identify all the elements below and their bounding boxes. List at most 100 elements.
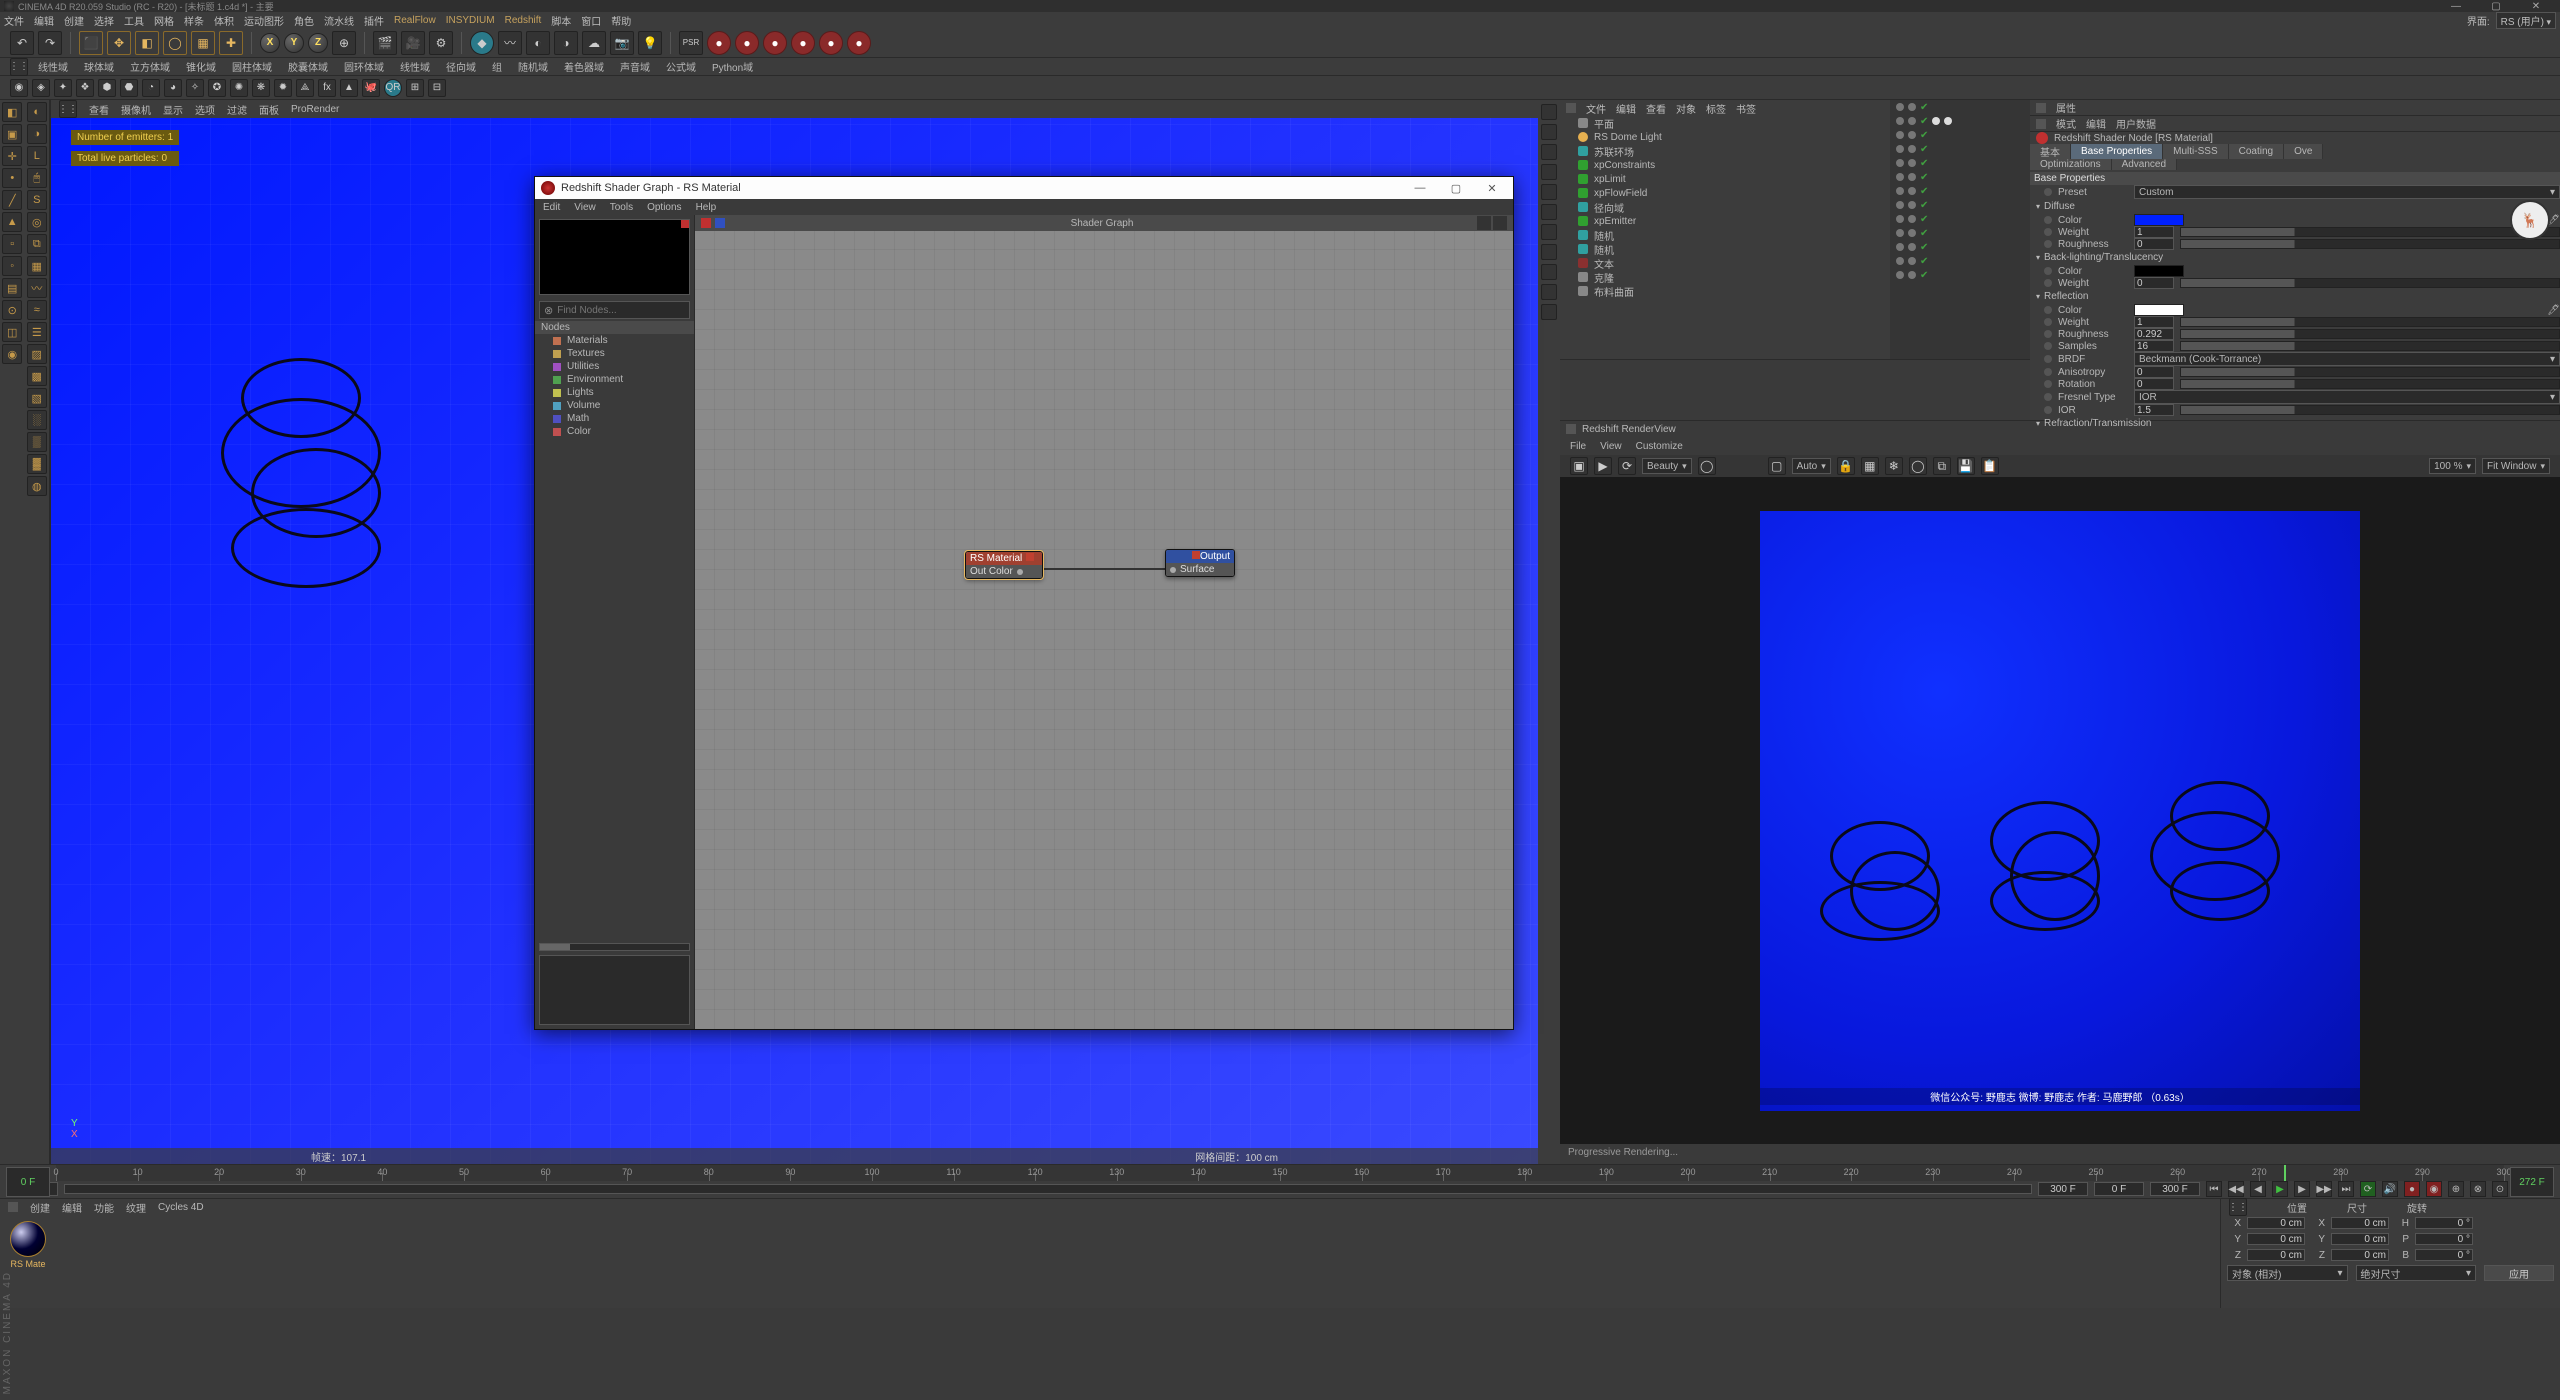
plugin-icon-8[interactable]: ◕: [164, 79, 182, 97]
diffuse-color-swatch[interactable]: [2134, 214, 2184, 226]
render-output[interactable]: 微信公众号: 野鹿志 微博: 野鹿志 作者: 马鹿野郎 （0.63s）: [1760, 511, 2360, 1111]
vis-dot-icon[interactable]: [1896, 131, 1904, 139]
object-row[interactable]: xpEmitter: [1560, 214, 1890, 228]
graph-tool2-icon[interactable]: [1493, 216, 1507, 230]
field-linear2[interactable]: 线性域: [394, 59, 436, 74]
object-row[interactable]: xpLimit: [1560, 172, 1890, 186]
frame-back-icon[interactable]: ◀: [2250, 1181, 2266, 1197]
sg-help[interactable]: Help: [696, 202, 717, 213]
enable-check-icon[interactable]: ✔: [1920, 242, 1928, 253]
plugin-icon-10[interactable]: ✪: [208, 79, 226, 97]
mode-model-icon[interactable]: ◧: [2, 102, 22, 122]
snap-icon[interactable]: ⊙: [2, 300, 22, 320]
mat-texture[interactable]: 纹理: [126, 1200, 146, 1215]
refl-rough-input[interactable]: [2134, 328, 2174, 340]
shader-category[interactable]: Utilities: [535, 360, 694, 373]
tab-advanced[interactable]: Advanced: [2112, 159, 2177, 170]
field-shader[interactable]: 着色器域: [558, 59, 610, 74]
vis-dot-icon[interactable]: [1896, 215, 1904, 223]
window-maximize[interactable]: ▢: [2476, 0, 2516, 12]
palette-icon-8[interactable]: ▦: [27, 256, 47, 276]
diffuse-rough-input[interactable]: [2134, 238, 2174, 250]
node-output[interactable]: Output Surface: [1165, 549, 1235, 577]
vtab-filter[interactable]: 过滤: [227, 102, 247, 117]
rstrip-icon-3[interactable]: [1541, 144, 1557, 160]
vtab-camera[interactable]: 摄像机: [121, 102, 151, 117]
enable-check-icon[interactable]: ✔: [1920, 270, 1928, 281]
refl-ior-slider[interactable]: [2180, 405, 2560, 415]
plugin-icon-4[interactable]: ❖: [76, 79, 94, 97]
enable-check-icon[interactable]: ✔: [1920, 130, 1928, 141]
shader-graph-window[interactable]: Redshift Shader Graph - RS Material — ▢ …: [534, 176, 1514, 1030]
tag2-icon[interactable]: [1944, 117, 1952, 125]
object-tag-row[interactable]: ✔: [1890, 170, 2030, 184]
vis-dot-icon[interactable]: [1896, 201, 1904, 209]
objmgr-grip-icon[interactable]: [1566, 103, 1576, 113]
objmgr-view[interactable]: 查看: [1646, 101, 1666, 116]
plugin-icon-11[interactable]: ✺: [230, 79, 248, 97]
object-tag-row[interactable]: ✔: [1890, 240, 2030, 254]
coord-pos-input[interactable]: [2247, 1233, 2305, 1245]
axis-y-toggle[interactable]: Y: [284, 33, 304, 53]
refl-aniso-slider[interactable]: [2180, 367, 2560, 377]
object-tag-row[interactable]: ✔: [1890, 226, 2030, 240]
clear-icon[interactable]: ⊗: [544, 304, 553, 317]
enable-check-icon[interactable]: ✔: [1920, 102, 1928, 113]
rv-bucket-icon[interactable]: ◯: [1909, 457, 1927, 475]
attr-userdata[interactable]: 用户数据: [2116, 116, 2156, 131]
mat-edit[interactable]: 编辑: [62, 1200, 82, 1215]
vis-dot-icon[interactable]: [1896, 257, 1904, 265]
palette-icon-3[interactable]: L: [27, 146, 47, 166]
shader-search-input[interactable]: [557, 305, 689, 316]
refl-brdf-dropdown[interactable]: Beckmann (Cook-Torrance)▾: [2134, 352, 2560, 366]
layout-dropdown[interactable]: RS (用户) ▾: [2496, 12, 2556, 29]
objmgr-object[interactable]: 对象: [1676, 101, 1696, 116]
render-settings-icon[interactable]: ⚙: [429, 31, 453, 55]
undo-icon[interactable]: ↶: [10, 31, 34, 55]
plugin-icon-9[interactable]: ✧: [186, 79, 204, 97]
rec-icon[interactable]: ●: [2404, 1181, 2420, 1197]
object-tag-row[interactable]: ✔: [1890, 100, 2030, 114]
port-outcolor[interactable]: [1017, 569, 1023, 575]
vis-dot2-icon[interactable]: [1908, 187, 1916, 195]
field-formula[interactable]: 公式域: [660, 59, 702, 74]
menu-mograph[interactable]: 运动图形: [244, 13, 284, 28]
rv-play-icon[interactable]: ▶: [1594, 457, 1612, 475]
axis-x-toggle[interactable]: X: [260, 33, 280, 53]
object-tag-row[interactable]: ✔: [1890, 212, 2030, 226]
window-minimize[interactable]: —: [2436, 0, 2476, 12]
palette-icon-6[interactable]: ◎: [27, 212, 47, 232]
palette-icon-12[interactable]: ▨: [27, 344, 47, 364]
coord-pos-input[interactable]: [2247, 1217, 2305, 1229]
menu-script[interactable]: 脚本: [551, 13, 571, 28]
menu-create[interactable]: 创建: [64, 13, 84, 28]
light-icon[interactable]: 💡: [638, 31, 662, 55]
select-tool-icon[interactable]: ⬛: [79, 31, 103, 55]
rv-lock-icon[interactable]: 🔒: [1837, 457, 1855, 475]
mode-uvpoly-icon[interactable]: ▫: [2, 234, 22, 254]
mat-cycles[interactable]: Cycles 4D: [158, 1202, 204, 1213]
rv-fit-dropdown[interactable]: Fit Window ▾: [2482, 458, 2550, 474]
diffuse-title[interactable]: Diffuse: [2044, 201, 2075, 212]
attr-grip2-icon[interactable]: [2036, 119, 2046, 129]
menu-insydium[interactable]: INSYDIUM: [446, 15, 495, 26]
refl-samples-slider[interactable]: [2180, 341, 2560, 351]
field-random[interactable]: 随机域: [512, 59, 554, 74]
record-p-icon[interactable]: ●: [707, 31, 731, 55]
coord-rot-input[interactable]: [2415, 1233, 2473, 1245]
shader-min[interactable]: —: [1405, 182, 1435, 194]
rstrip-icon-10[interactable]: [1541, 284, 1557, 300]
coord-apply-button[interactable]: 应用: [2484, 1265, 2554, 1281]
vis-dot2-icon[interactable]: [1908, 173, 1916, 181]
object-row[interactable]: 随机: [1560, 228, 1890, 242]
menu-volume[interactable]: 体积: [214, 13, 234, 28]
vis-dot2-icon[interactable]: [1908, 229, 1916, 237]
object-row[interactable]: 随机: [1560, 242, 1890, 256]
vtab-panel[interactable]: 面板: [259, 102, 279, 117]
object-tag-row[interactable]: ✔: [1890, 156, 2030, 170]
rv-aov-dropdown[interactable]: Beauty ▾: [1642, 458, 1692, 474]
palette-icon-17[interactable]: ▓: [27, 454, 47, 474]
objmgr-edit[interactable]: 编辑: [1616, 101, 1636, 116]
rv-circle-icon[interactable]: ◯: [1698, 457, 1716, 475]
tag-icon[interactable]: [1932, 117, 1940, 125]
